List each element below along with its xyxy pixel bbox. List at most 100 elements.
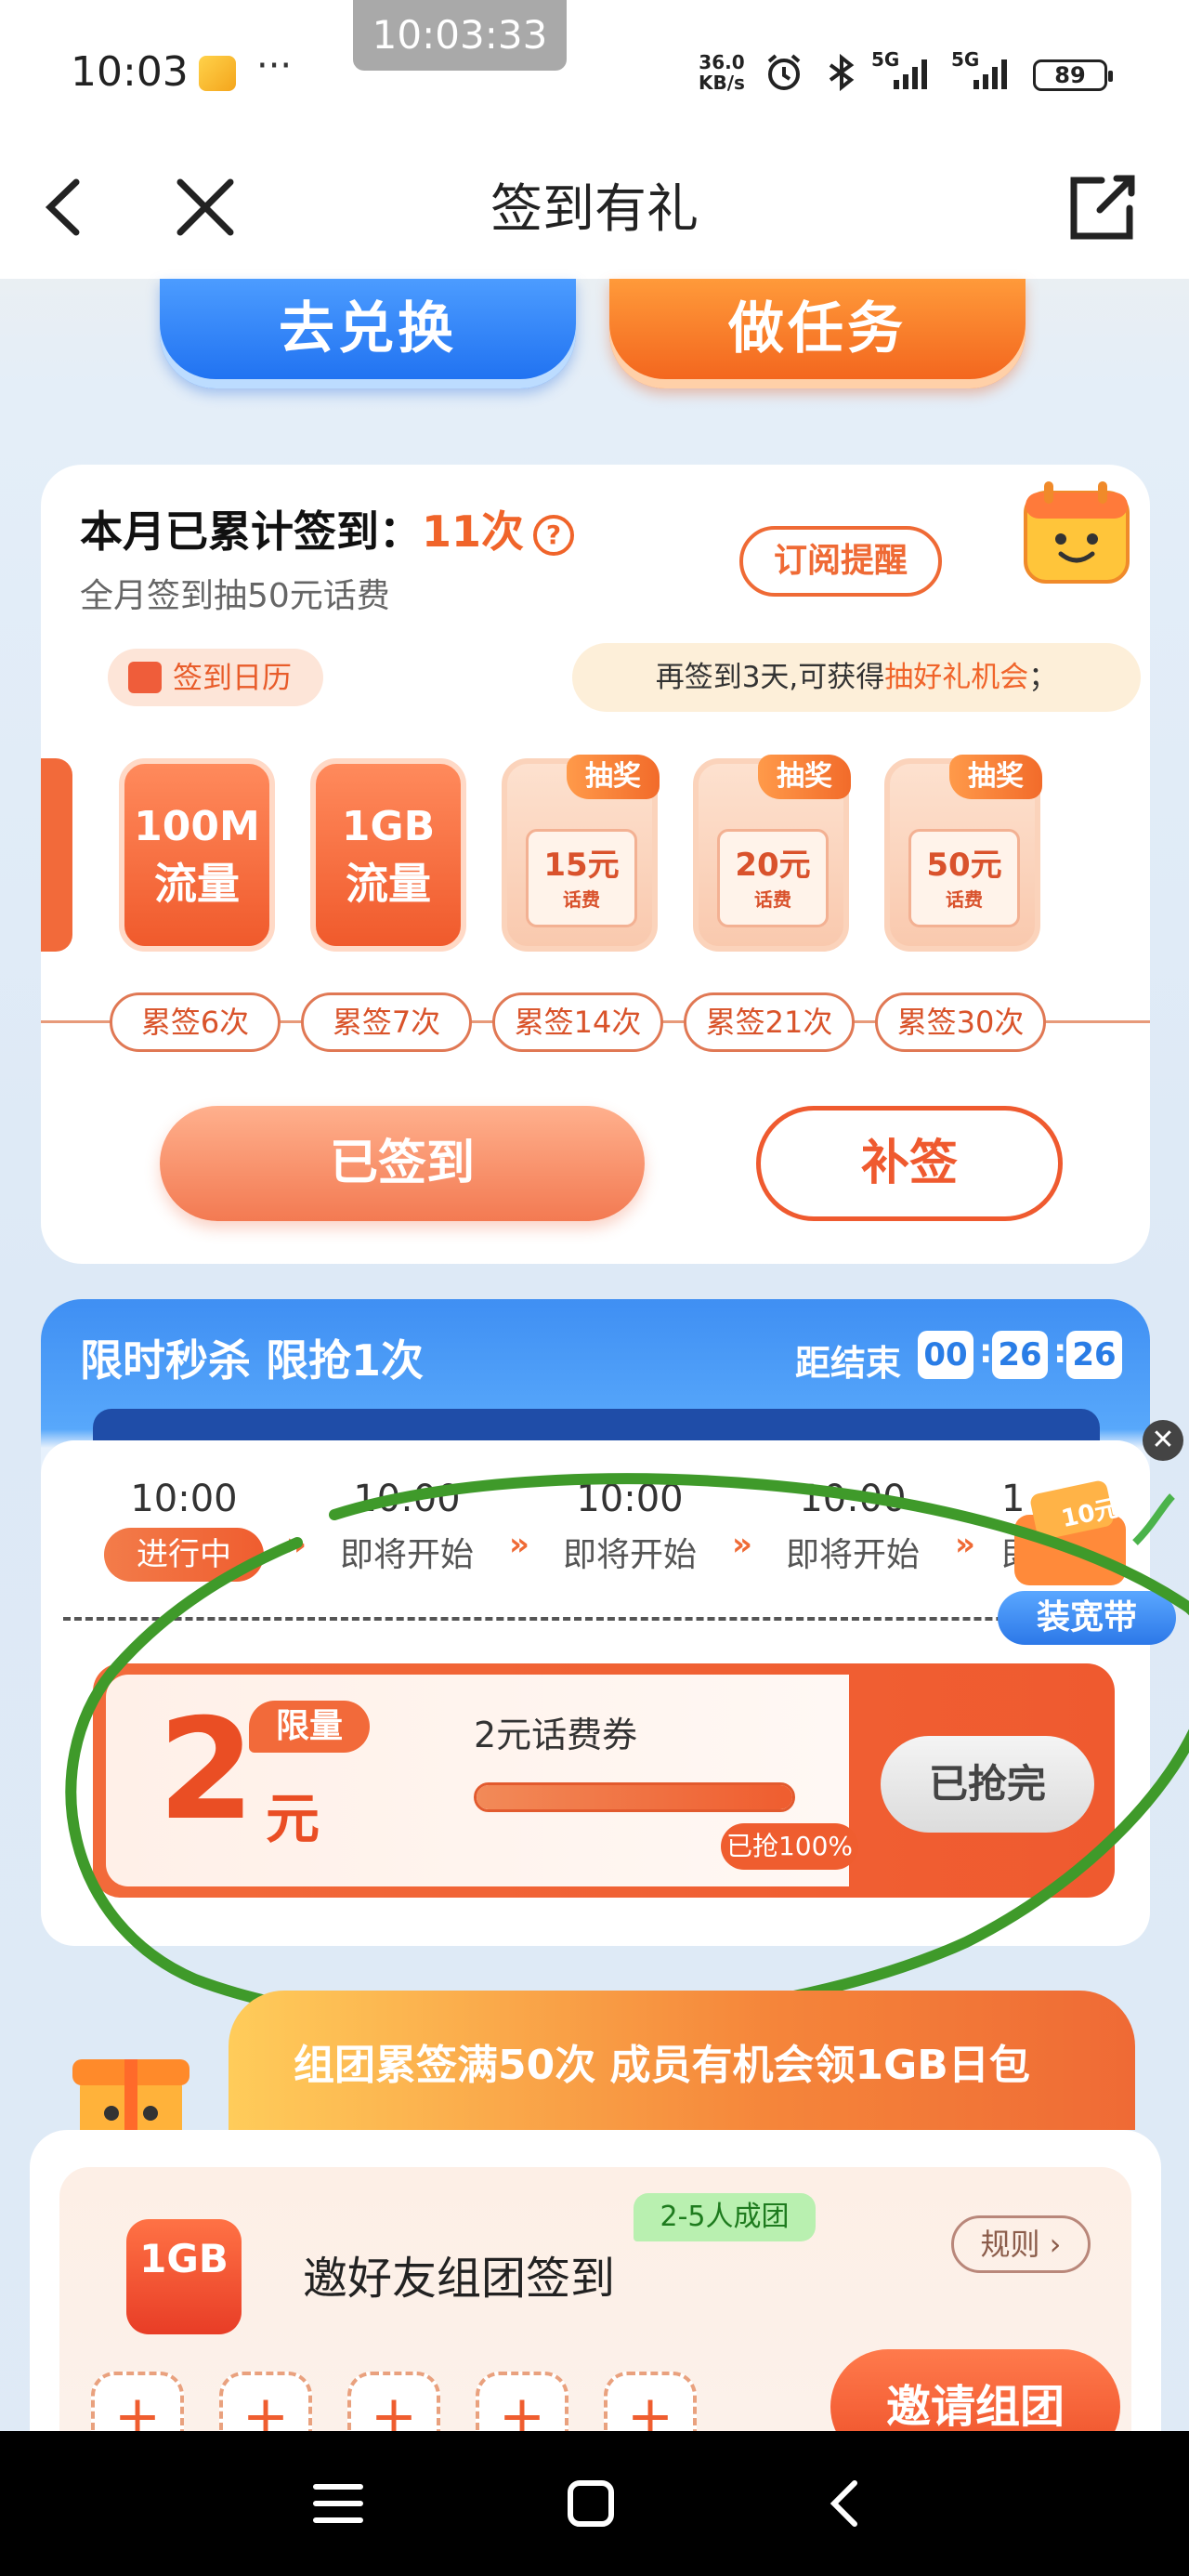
- broadband-float-button[interactable]: 10元 装宽带: [996, 1478, 1178, 1660]
- bluetooth-icon: [829, 53, 855, 92]
- checkin-card: 本月已累计签到：11次? 全月签到抽50元话费 订阅提醒 签到日历 再签到3天,…: [41, 465, 1150, 1264]
- lottery-unit: 话费: [754, 888, 791, 911]
- calendar-mascot-icon: [1024, 481, 1130, 584]
- coupon-progress-fill: [477, 1785, 792, 1809]
- coupon-amount: 2: [158, 1689, 255, 1851]
- lottery-value: 15元: [543, 847, 620, 884]
- countdown-label: 距结束: [795, 1343, 902, 1384]
- rules-button[interactable]: 规则 ›: [951, 2215, 1091, 2273]
- screen-recording-timer: 10:03:33: [353, 0, 567, 71]
- lottery-value: 20元: [735, 847, 811, 884]
- lottery-unit: 话费: [946, 888, 983, 911]
- time-slot[interactable]: 10:00 即将开始: [537, 1478, 723, 1576]
- countdown-minutes: 26: [992, 1331, 1048, 1379]
- slot-status: 即将开始: [339, 1536, 474, 1574]
- checkin-calendar-button[interactable]: 签到日历: [108, 649, 323, 706]
- home-icon[interactable]: [554, 2466, 628, 2541]
- hint-highlight: 抽好礼机会: [884, 661, 1029, 694]
- hint-prefix: 再签到3天,可获得: [655, 661, 885, 694]
- calendar-icon: [128, 662, 162, 693]
- screen: 10:03 ··· 36.0 KB/s 5G 5G 89 10:03:33 签到…: [0, 0, 1189, 2576]
- checkin-subtitle: 全月签到抽50元话费: [80, 577, 390, 615]
- signal-2-icon: [973, 59, 1007, 89]
- group-title: 邀好友组团签到: [303, 2253, 616, 2305]
- time-slot-active[interactable]: 10:00 进行中: [91, 1478, 277, 1582]
- battery-indicator: 89: [1033, 59, 1113, 91]
- reward-day-label: 累签6次: [110, 992, 281, 1052]
- back-nav-icon[interactable]: [808, 2466, 882, 2541]
- share-icon[interactable]: [1059, 165, 1143, 249]
- slot-time: 10:00: [130, 1478, 238, 1520]
- page-header: 签到有礼: [0, 139, 1189, 279]
- reward-amount: 1GB: [341, 803, 436, 850]
- reward-card-lottery-20[interactable]: 抽奖 20元 话费: [693, 755, 851, 952]
- reward-type: 流量: [346, 859, 431, 909]
- time-slot[interactable]: 10:00 即将开始: [760, 1478, 946, 1576]
- flash-sale-card: 限时秒杀 限抢1次 距结束 00 : 26 : 26 10:00 进行中 » 1…: [41, 1299, 1150, 1946]
- lottery-value: 50元: [926, 847, 1002, 884]
- page-title: 签到有礼: [490, 179, 699, 240]
- coupon-name: 2元话费券: [474, 1715, 638, 1755]
- coupon-progress-bar: [474, 1782, 795, 1812]
- coupon-progress-label: 已抢100%: [721, 1823, 858, 1870]
- hint-suffix: ；: [1028, 661, 1058, 694]
- lottery-envelope: 50元 话费: [908, 829, 1020, 927]
- reward-day-label: 累签21次: [684, 992, 855, 1052]
- group-size-tag: 2-5人成团: [634, 2193, 816, 2241]
- signal-1-icon: [894, 59, 927, 89]
- 1gb-reward-icon: 1GB: [126, 2219, 242, 2334]
- coupon-card: 2 元 限量 2元话费券 已抢100% 已抢完: [93, 1663, 1115, 1898]
- coupon-unit: 元: [266, 1787, 320, 1850]
- menu-icon[interactable]: [301, 2466, 375, 2541]
- countdown-seconds: 26: [1066, 1331, 1122, 1379]
- time-slot[interactable]: 10:00 即将开始: [314, 1478, 500, 1576]
- net-speed: 36.0 KB/s: [699, 52, 745, 93]
- lottery-badge: 抽奖: [567, 755, 660, 799]
- reward-day-label: 累签7次: [301, 992, 472, 1052]
- reward-day-label: 累签30次: [875, 992, 1046, 1052]
- net-speed-value: 36.0: [699, 51, 745, 73]
- checkin-calendar-label: 签到日历: [173, 660, 293, 695]
- reward-amount: 100M: [134, 803, 260, 850]
- status-bar: 10:03 ··· 36.0 KB/s 5G 5G 89: [0, 0, 1189, 139]
- limited-badge: 限量: [249, 1701, 370, 1753]
- slot-time: 10:00: [576, 1478, 684, 1520]
- lottery-envelope: 20元 话费: [717, 829, 829, 927]
- close-promo-icon[interactable]: ✕: [1143, 1420, 1183, 1461]
- slot-arrow-icon: »: [955, 1526, 975, 1563]
- makeup-checkin-button[interactable]: 补签: [756, 1106, 1063, 1221]
- checkin-count: 11次: [422, 506, 525, 557]
- signed-button[interactable]: 已签到: [160, 1106, 645, 1221]
- slot-arrow-icon: »: [509, 1526, 529, 1563]
- slot-status: 即将开始: [785, 1536, 920, 1574]
- checkin-title-prefix: 本月已累计签到：: [80, 506, 422, 557]
- notification-app-icon: [199, 56, 236, 91]
- lottery-badge: 抽奖: [758, 755, 851, 799]
- net-speed-unit: KB/s: [699, 72, 745, 94]
- reward-type: 流量: [154, 859, 240, 909]
- do-tasks-button[interactable]: 做任务: [609, 279, 1026, 388]
- reward-card-1gb[interactable]: 1GB 流量: [310, 758, 466, 952]
- checkin-title: 本月已累计签到：11次?: [80, 498, 575, 559]
- slot-arrow-icon: »: [732, 1526, 752, 1563]
- system-nav-bar: [0, 2431, 1189, 2576]
- slot-time: 10:00: [799, 1478, 907, 1520]
- reward-card-partial: [41, 758, 72, 952]
- divider: [63, 1617, 1104, 1621]
- flash-sale-body: 10:00 进行中 » 10:00 即将开始 » 10:00 即将开始 » 10…: [41, 1440, 1150, 1946]
- slot-status: 进行中: [104, 1528, 264, 1582]
- status-time: 10:03: [71, 48, 189, 96]
- subscribe-reminder-button[interactable]: 订阅提醒: [739, 526, 942, 597]
- countdown-hours: 00: [918, 1331, 973, 1379]
- lottery-unit: 话费: [563, 888, 600, 911]
- help-icon[interactable]: ?: [533, 514, 575, 556]
- exchange-button[interactable]: 去兑换: [160, 279, 576, 388]
- reward-day-label: 累签14次: [492, 992, 663, 1052]
- slot-time: 10:00: [353, 1478, 461, 1520]
- reward-card-100m[interactable]: 100M 流量: [119, 758, 275, 952]
- lottery-badge: 抽奖: [949, 755, 1042, 799]
- slot-arrow-icon: »: [286, 1526, 307, 1563]
- sold-out-button[interactable]: 已抢完: [881, 1736, 1094, 1833]
- reward-card-lottery-15[interactable]: 抽奖 15元 话费: [502, 755, 660, 952]
- reward-card-lottery-50[interactable]: 抽奖 50元 话费: [884, 755, 1042, 952]
